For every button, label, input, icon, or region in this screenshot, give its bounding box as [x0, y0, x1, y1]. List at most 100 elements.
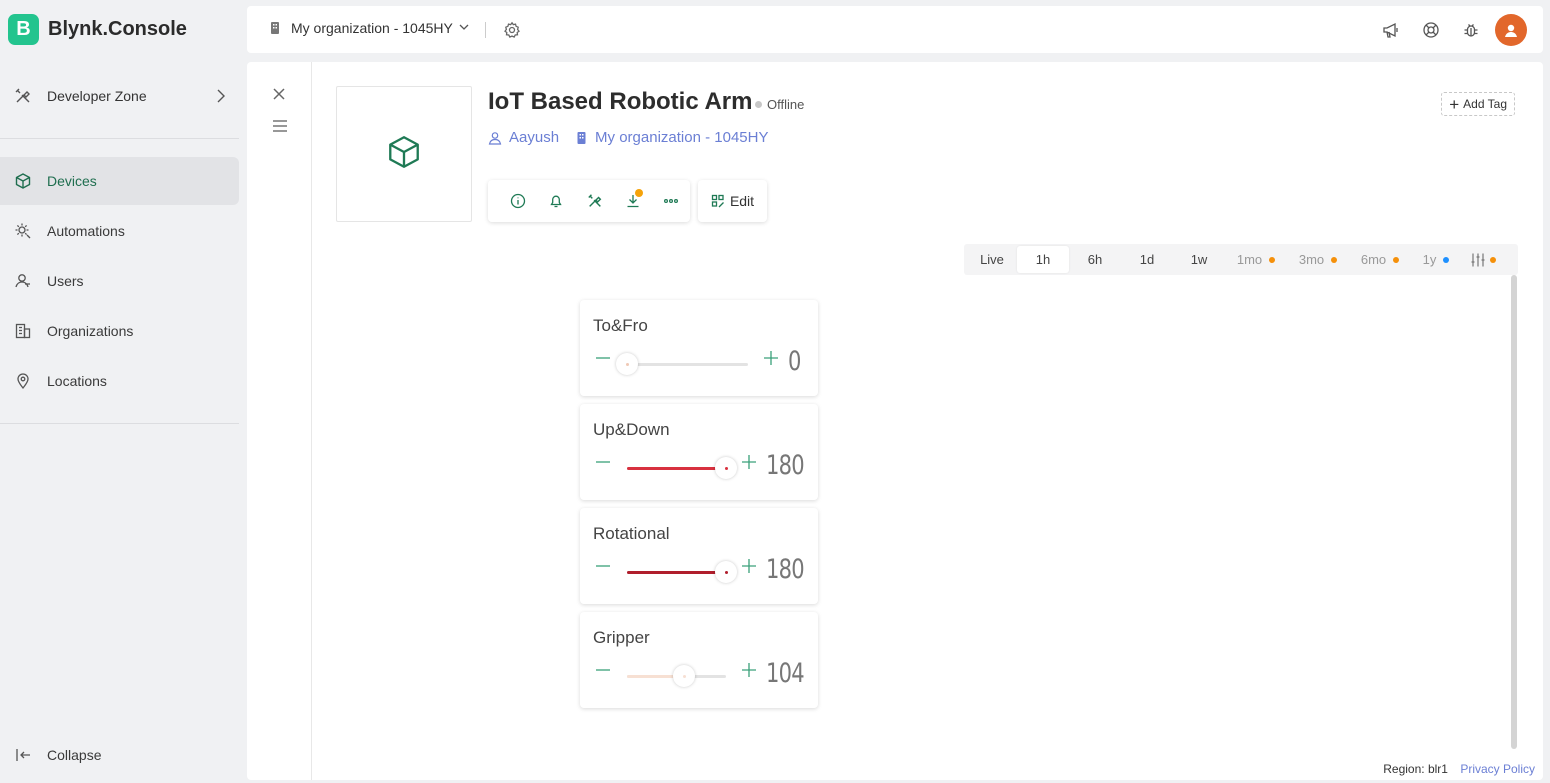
region-label: Region: blr1	[1383, 762, 1448, 776]
collapse-button[interactable]: Collapse	[14, 746, 101, 764]
edit-dashboard-button[interactable]: Edit	[698, 180, 767, 222]
time-range-selector: Live 1h 6h 1d 1w 1mo 3mo 6mo 1y	[964, 244, 1518, 275]
slider-track[interactable]	[616, 353, 748, 375]
plus-icon[interactable]	[741, 454, 757, 475]
collapse-icon	[14, 746, 32, 764]
status-text: Offline	[767, 97, 805, 112]
time-range-1mo[interactable]: 1mo	[1225, 246, 1287, 273]
info-icon[interactable]	[499, 185, 537, 217]
slider-track[interactable]	[627, 665, 726, 687]
more-icon[interactable]	[652, 185, 690, 217]
sidebar-item-label: Devices	[47, 173, 97, 189]
megaphone-icon[interactable]	[1371, 14, 1411, 46]
sidebar-item-automations[interactable]: Automations	[0, 207, 239, 255]
avatar[interactable]	[1495, 14, 1527, 46]
footer: Region: blr1 Privacy Policy	[1383, 762, 1535, 776]
minus-icon[interactable]	[595, 350, 611, 371]
sidebar-item-label: Organizations	[47, 323, 134, 339]
organization-name: My organization - 1045HY	[291, 20, 453, 36]
minus-icon[interactable]	[595, 558, 611, 579]
sidebar-item-organizations[interactable]: Organizations	[0, 307, 239, 355]
gear-icon[interactable]	[503, 21, 521, 44]
slider-value: 0	[788, 346, 801, 377]
lifebuoy-icon[interactable]	[1411, 14, 1451, 46]
time-range-6mo[interactable]: 6mo	[1349, 246, 1411, 273]
slider-value: 180	[766, 554, 805, 585]
time-range-label: 6h	[1087, 252, 1103, 267]
building-icon	[577, 131, 586, 144]
device-toolbar	[488, 180, 690, 222]
widget-title: Gripper	[593, 628, 650, 647]
filter-settings-button[interactable]	[1461, 246, 1505, 273]
sidebar-item-users[interactable]: Users	[0, 257, 239, 305]
time-range-3mo[interactable]: 3mo	[1287, 246, 1349, 273]
menu-icon[interactable]	[272, 119, 288, 138]
slider-handle[interactable]	[616, 353, 638, 375]
sidebar-item-locations[interactable]: Locations	[0, 357, 239, 405]
premium-dot	[1443, 256, 1450, 263]
time-range-1w[interactable]: 1w	[1173, 246, 1225, 273]
separator	[485, 22, 486, 38]
download-icon[interactable]	[614, 185, 652, 217]
users-icon	[14, 272, 32, 290]
slider-handle[interactable]	[673, 665, 695, 687]
plus-icon[interactable]	[741, 558, 757, 579]
scrollbar[interactable]	[1511, 275, 1517, 749]
close-icon[interactable]	[270, 85, 288, 108]
topbar: My organization - 1045HY	[247, 6, 1543, 53]
divider	[0, 138, 239, 139]
time-range-label: Live	[980, 252, 1004, 267]
time-range-1y[interactable]: 1y	[1411, 246, 1461, 273]
app-name: Blynk.Console	[48, 18, 187, 40]
divider	[0, 423, 239, 424]
sidebar-item-developer-zone[interactable]: Developer Zone	[0, 76, 239, 116]
slider-value: 104	[766, 658, 805, 689]
map-pin-icon	[14, 372, 32, 390]
bug-icon[interactable]	[1451, 14, 1491, 46]
time-range-1h[interactable]: 1h	[1017, 246, 1069, 273]
chevron-down-icon	[458, 20, 470, 36]
minus-icon[interactable]	[595, 662, 611, 683]
add-tag-button[interactable]: + Add Tag	[1441, 92, 1515, 116]
owner-name: Aayush	[509, 129, 560, 146]
status-dot	[755, 101, 762, 108]
time-range-6h[interactable]: 6h	[1069, 246, 1121, 273]
edit-grid-icon	[711, 194, 724, 208]
plus-icon[interactable]	[741, 662, 757, 683]
user-icon	[488, 131, 502, 145]
device-panel: IoT Based Robotic Arm Offline Aayush My …	[247, 62, 1543, 780]
slider-widget: To&Fro 0	[580, 300, 818, 396]
time-range-1d[interactable]: 1d	[1121, 246, 1173, 273]
slider-handle[interactable]	[715, 457, 737, 479]
device-meta: Aayush My organization - 1045HY	[488, 129, 768, 146]
slider-fill	[627, 467, 726, 470]
organization-selector[interactable]: My organization - 1045HY	[269, 20, 470, 36]
logo[interactable]: B Blynk.Console	[8, 14, 187, 45]
edit-label: Edit	[729, 193, 755, 209]
slider-track[interactable]	[627, 457, 737, 479]
slider-widget: Rotational 180	[580, 508, 818, 604]
time-range-label: 6mo	[1360, 252, 1387, 267]
tools-icon[interactable]	[575, 185, 613, 217]
privacy-policy-link[interactable]: Privacy Policy	[1460, 762, 1535, 776]
add-tag-label: Add Tag	[1463, 97, 1507, 111]
sidebar-item-devices[interactable]: Devices	[0, 157, 239, 205]
bell-icon[interactable]	[537, 185, 575, 217]
time-range-Live[interactable]: Live	[967, 246, 1017, 273]
plus-icon[interactable]	[763, 350, 779, 371]
slider-handle[interactable]	[715, 561, 737, 583]
device-owner-link[interactable]: Aayush	[488, 129, 559, 146]
premium-dot	[1490, 256, 1496, 263]
sidebar: B Blynk.Console Developer Zone Devices A…	[0, 0, 247, 783]
widget-title: To&Fro	[593, 316, 648, 335]
minus-icon[interactable]	[595, 454, 611, 475]
chevron-right-icon	[213, 87, 229, 108]
topbar-actions	[1371, 14, 1527, 46]
time-range-label: 1y	[1422, 252, 1437, 267]
sliders-icon	[1471, 253, 1485, 266]
sidebar-item-label: Locations	[47, 373, 107, 389]
device-organization-link[interactable]: My organization - 1045HY	[575, 129, 768, 146]
cube-icon	[14, 172, 32, 190]
cube-icon	[385, 133, 423, 176]
slider-track[interactable]	[627, 561, 737, 583]
